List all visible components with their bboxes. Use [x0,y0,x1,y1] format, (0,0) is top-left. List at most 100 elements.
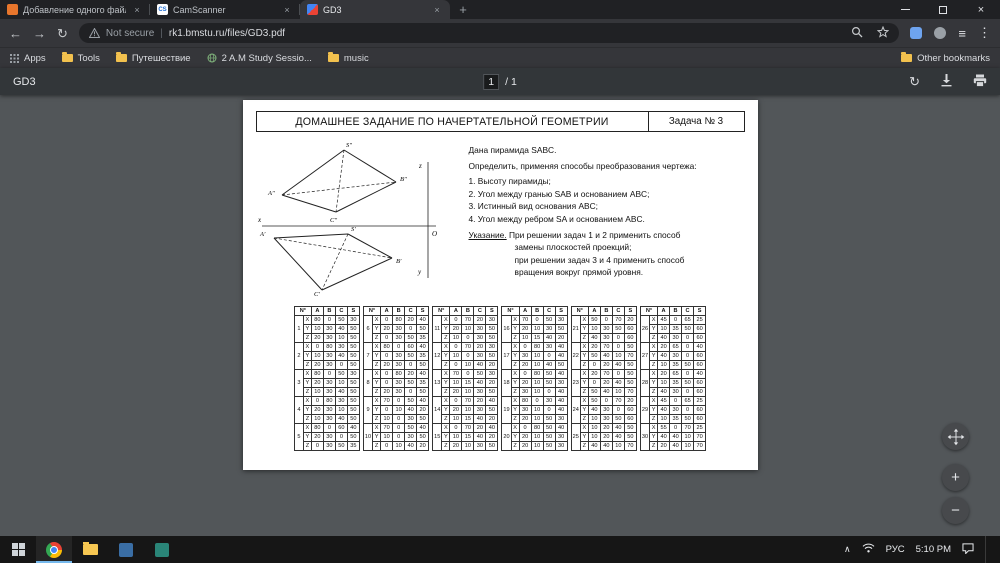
omnibox-actions [851,26,889,41]
tab-bmstu[interactable]: Добавление одного файла » С... × [0,0,150,19]
chrome-menu-icon[interactable]: ≡ [958,26,966,41]
taskbar-explorer[interactable] [72,536,108,563]
pan-tool-button[interactable] [942,423,969,450]
svg-text:A′: A′ [259,231,266,238]
security-label: Not secure [106,28,154,39]
folder-icon [116,54,127,62]
bookmark-label: Tools [78,53,100,64]
zoom-in-button[interactable]: + [942,464,969,491]
bmstu-favicon-icon [7,4,18,15]
task-description: Дана пирамида SABC. Определить, применяя… [461,138,745,298]
reload-icon[interactable]: ↻ [57,27,68,40]
other-bookmarks[interactable]: Other bookmarks [901,53,990,64]
bookmark-study-session[interactable]: 2 A.M Study Sessio... [207,53,312,64]
navigation-bar: ← → ↻ Not secure | rk1.bmstu.ru/files/GD… [0,19,1000,47]
svg-text:C′: C′ [314,291,320,298]
bookmark-star-icon[interactable] [877,26,889,41]
profile-avatar-icon[interactable] [934,27,946,39]
rotate-icon[interactable]: ↻ [909,74,920,90]
variant-table: N°ABCS11X0702030Y20103050Z100305012X0702… [432,306,498,451]
show-desktop-button[interactable] [985,536,988,563]
pdf-page: ДОМАШНЕЕ ЗАДАНИЕ ПО НАЧЕРТАТЕЛЬНОЙ ГЕОМЕ… [243,100,758,470]
extension-area: ≡ ⋮ [910,25,991,41]
zoom-search-icon[interactable] [851,26,863,41]
note-line: при решении задач 3 и 4 применить способ [469,255,685,265]
action-center-icon[interactable] [962,543,974,557]
page-navigation: 1 / 1 [483,74,517,90]
task-number: Задача № 3 [648,112,744,131]
windows-taskbar: ∧ РУС 5:10 PM [0,536,1000,563]
tray-expand-icon[interactable]: ∧ [844,544,851,555]
tab-title: Добавление одного файла » С... [23,5,126,15]
file-explorer-icon [83,544,98,555]
pdf-doc-title: GD3 [13,76,36,88]
not-secure-warning-icon[interactable] [89,28,100,38]
pdf-toolbar: GD3 1 / 1 ↻ [0,68,1000,95]
svg-text:B″: B″ [400,176,407,183]
taskbar-app-2[interactable] [144,536,180,563]
tab-title: GD3 [323,5,426,15]
page-number-input[interactable]: 1 [483,74,499,90]
tab-gd3[interactable]: GD3 × [300,0,450,19]
taskbar-app-1[interactable] [108,536,144,563]
pdf-viewer-area[interactable]: ДОМАШНЕЕ ЗАДАНИЕ ПО НАЧЕРТАТЕЛЬНОЙ ГЕОМЕ… [0,95,1000,536]
svg-text:B′: B′ [396,258,402,265]
tab-close-icon[interactable]: × [281,4,293,16]
bookmark-label: music [344,53,369,64]
pdf-actions: ↻ [909,73,987,90]
task-item: 1. Высоту пирамиды; [469,175,743,188]
maximize-button[interactable] [924,0,962,19]
bookmark-music[interactable]: music [328,53,369,64]
extension-icon[interactable] [910,27,922,39]
tab-camscanner[interactable]: CS CamScanner × [150,0,300,19]
svg-text:x: x [257,216,262,224]
tab-title: CamScanner [173,5,276,15]
new-tab-button[interactable]: + [450,0,476,19]
bookmark-travel[interactable]: Путешествие [116,53,191,64]
download-icon[interactable] [940,73,953,90]
start-button[interactable] [0,536,36,563]
back-icon[interactable]: ← [9,27,22,40]
network-icon[interactable] [862,543,875,556]
svg-text:O: O [432,230,437,238]
variant-table: N°ABCS1X8005030Y10304050Z203010502X08030… [294,306,360,451]
svg-text:S″: S″ [346,142,352,149]
url-text: rk1.bmstu.ru/files/GD3.pdf [169,28,285,39]
globe-icon [207,53,217,63]
document-body: x z O y S″ A″ B″ C″ [256,138,745,298]
pyramid-projection-drawing: x z O y S″ A″ B″ C″ [256,138,461,298]
close-button[interactable]: × [962,0,1000,19]
taskbar-chrome[interactable] [36,536,72,563]
more-options-icon[interactable]: ⋮ [978,25,991,41]
print-icon[interactable] [973,74,987,90]
bookmarks-bar: Apps Tools Путешествие 2 A.M Study Sessi… [0,47,1000,68]
bookmark-apps[interactable]: Apps [10,53,46,64]
variant-table: N°ABCS26X4506525Y10355060Z403006027X2065… [640,306,706,451]
zoom-out-button[interactable]: − [942,497,969,524]
bookmark-label: Apps [24,53,46,64]
apps-grid-icon [10,54,19,63]
window-controls: × [886,0,1000,19]
svg-text:C″: C″ [330,217,337,224]
tab-close-icon[interactable]: × [431,4,443,16]
folder-icon [62,54,73,62]
address-bar[interactable]: Not secure | rk1.bmstu.ru/files/GD3.pdf [79,23,900,43]
language-indicator[interactable]: РУС [886,544,905,555]
task-items: 1. Высоту пирамиды; 2. Угол между гранью… [469,175,743,225]
camscanner-favicon-icon: CS [157,4,168,15]
note-line: замены плоскостей проекций; [469,242,632,252]
pdf-float-controls: + − [942,423,969,524]
other-bookmarks-label: Other bookmarks [917,53,990,64]
tab-strip: Добавление одного файла » С... × CS CamS… [0,0,1000,19]
document-header: ДОМАШНЕЕ ЗАДАНИЕ ПО НАЧЕРТАТЕЛЬНОЙ ГЕОМЕ… [256,111,745,132]
folder-icon [901,54,912,62]
bookmark-tools[interactable]: Tools [62,53,100,64]
note-label: Указание. [469,230,507,240]
forward-icon[interactable]: → [33,27,46,40]
tab-close-icon[interactable]: × [131,4,143,16]
variant-table: N°ABCS6X0802040Y2030050Z03050357X8006040… [363,306,429,451]
note-line: вращения вокруг прямой уровня. [469,267,644,277]
url-separator: | [160,28,163,39]
clock[interactable]: 5:10 PM [916,544,951,555]
minimize-button[interactable] [886,0,924,19]
